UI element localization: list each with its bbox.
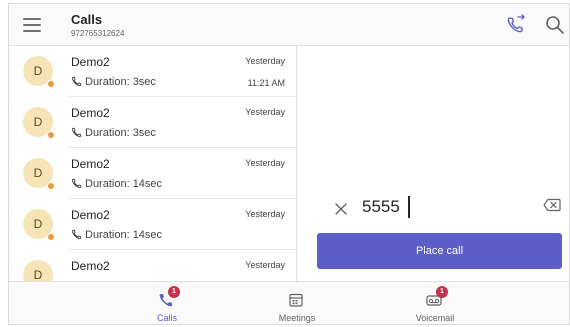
- call-history-row[interactable]: D Demo2 Yesterday: [9, 250, 296, 281]
- tab-voicemail-label: Voicemail: [415, 313, 455, 323]
- call-history-row[interactable]: D Demo2 Duration: 3sec Yesterday: [9, 97, 296, 148]
- contact-name: Demo2: [71, 55, 110, 69]
- notification-badge: 1: [168, 286, 180, 298]
- call-date: Yesterday: [245, 260, 285, 270]
- contact-name: Demo2: [71, 157, 110, 171]
- hamburger-icon[interactable]: [23, 18, 41, 32]
- close-icon[interactable]: [334, 202, 348, 216]
- page-title: Calls: [71, 12, 103, 27]
- tab-calls-label: Calls: [156, 313, 177, 323]
- presence-dot: [47, 131, 55, 139]
- tab-meetings[interactable]: Meetings: [257, 282, 337, 324]
- call-date: Yesterday: [245, 56, 285, 66]
- call-date: Yesterday: [245, 209, 285, 219]
- contact-name: Demo2: [71, 259, 110, 273]
- dial-pane: Place call: [298, 46, 569, 281]
- tab-calls[interactable]: 1 Calls: [127, 282, 207, 324]
- call-duration: Duration: 3sec: [85, 127, 156, 139]
- app-header: Calls 972765312624: [9, 4, 569, 46]
- search-icon[interactable]: [544, 14, 566, 36]
- phone-forward-icon[interactable]: [505, 14, 527, 36]
- presence-dot: [47, 233, 55, 241]
- tab-voicemail[interactable]: 1 Voicemail: [395, 282, 475, 324]
- presence-dot: [47, 80, 55, 88]
- phone-number-subtitle: 972765312624: [71, 29, 125, 38]
- call-history-row[interactable]: D Demo2 Duration: 3sec Yesterday 11:21 A…: [9, 46, 296, 97]
- call-duration: Duration: 14sec: [85, 178, 163, 190]
- dial-number-input[interactable]: [362, 194, 512, 220]
- text-caret: [408, 196, 410, 218]
- contact-name: Demo2: [71, 208, 110, 222]
- phone-icon: [71, 127, 82, 138]
- call-history-list[interactable]: D Demo2 Duration: 3sec Yesterday 11:21 A…: [9, 46, 297, 281]
- phone-icon: [71, 178, 82, 189]
- phone-icon: [71, 76, 82, 87]
- call-duration: Duration: 14sec: [85, 229, 163, 241]
- phone-icon: [71, 229, 82, 240]
- call-history-row[interactable]: D Demo2 Duration: 14sec Yesterday: [9, 199, 296, 250]
- tab-meetings-label: Meetings: [278, 313, 316, 323]
- call-date: Yesterday: [245, 107, 285, 117]
- contact-name: Demo2: [71, 106, 110, 120]
- avatar: D: [23, 260, 53, 281]
- presence-dot: [47, 182, 55, 190]
- bottom-nav: 1 Calls Meetings 1 Voicemail: [9, 281, 569, 324]
- backspace-icon[interactable]: [543, 198, 561, 212]
- place-call-button[interactable]: Place call: [317, 233, 562, 269]
- app-window: Calls 972765312624 D Demo2 Duration: 3se…: [8, 3, 570, 325]
- call-date: Yesterday: [245, 158, 285, 168]
- call-history-row[interactable]: D Demo2 Duration: 14sec Yesterday: [9, 148, 296, 199]
- call-duration: Duration: 3sec: [85, 76, 156, 88]
- calendar-icon: [289, 293, 303, 307]
- call-time: 11:21 AM: [247, 78, 285, 88]
- notification-badge: 1: [436, 286, 448, 298]
